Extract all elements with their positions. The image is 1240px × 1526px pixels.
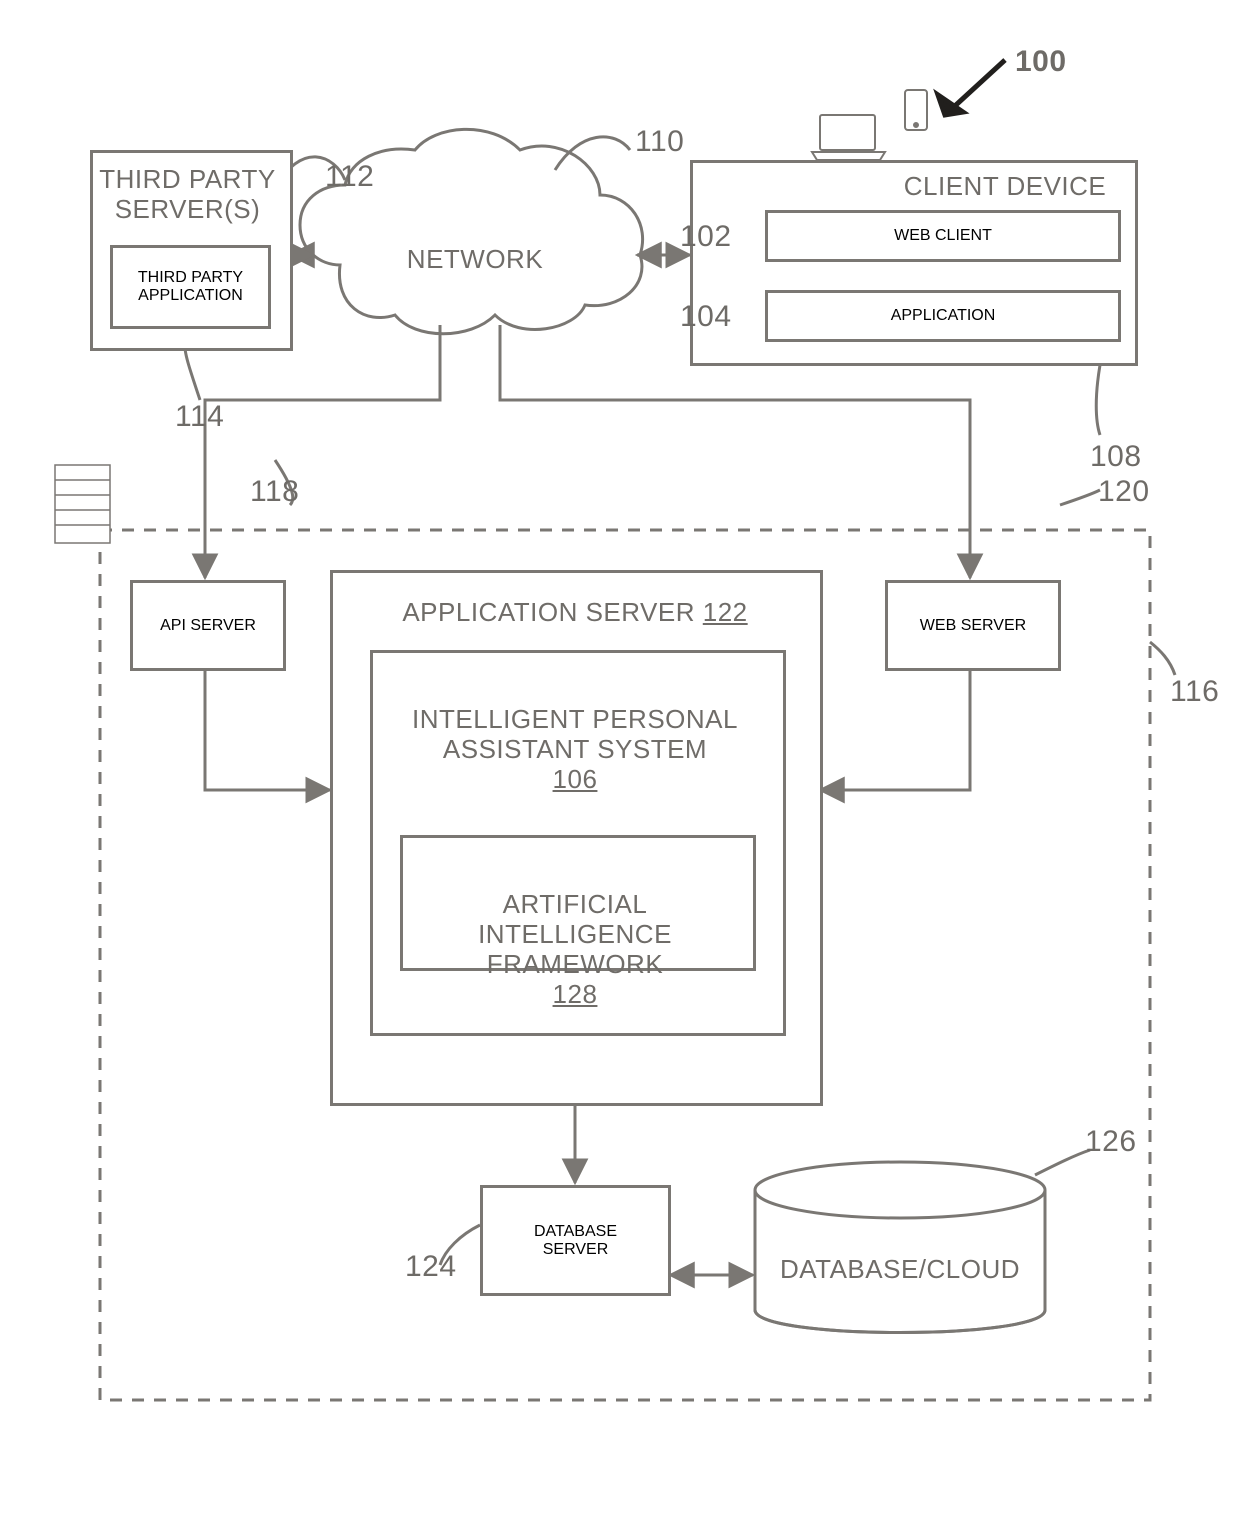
application-label: APPLICATION bbox=[891, 307, 996, 325]
application-box: APPLICATION bbox=[765, 290, 1121, 342]
api-server-label: API SERVER bbox=[160, 617, 256, 635]
web-client-label: WEB CLIENT bbox=[894, 227, 992, 245]
network-label: NETWORK bbox=[400, 245, 550, 275]
application-server-label: APPLICATION SERVER 122 bbox=[355, 598, 795, 628]
database-cloud-label: DATABASE/CLOUD bbox=[770, 1255, 1030, 1285]
ref-120: 120 bbox=[1098, 475, 1150, 509]
application-server-text: APPLICATION SERVER bbox=[402, 597, 695, 627]
ref-100: 100 bbox=[1015, 45, 1067, 79]
database-server-box: DATABASE SERVER bbox=[480, 1185, 671, 1296]
api-server-box: API SERVER bbox=[130, 580, 286, 671]
ai-framework-ref: 128 bbox=[553, 979, 598, 1009]
ai-framework-text: ARTIFICIAL INTELLIGENCE FRAMEWORK bbox=[478, 889, 672, 979]
ref-126: 126 bbox=[1085, 1125, 1137, 1159]
ai-framework-label: ARTIFICIAL INTELLIGENCE FRAMEWORK 128 bbox=[405, 860, 745, 1009]
application-server-ref: 122 bbox=[703, 597, 748, 627]
ref-108: 108 bbox=[1090, 440, 1142, 474]
ref-118: 118 bbox=[250, 475, 299, 509]
ipa-system-text: INTELLIGENT PERSONAL ASSISTANT SYSTEM bbox=[412, 704, 738, 764]
third-party-server-label: THIRD PARTY SERVER(S) bbox=[95, 165, 280, 225]
diagram-stage: THIRD PARTY SERVER(S) THIRD PARTY APPLIC… bbox=[0, 0, 1240, 1526]
web-server-label: WEB SERVER bbox=[920, 617, 1026, 635]
ref-114: 114 bbox=[175, 400, 224, 434]
ref-104: 104 bbox=[680, 300, 732, 334]
web-server-box: WEB SERVER bbox=[885, 580, 1061, 671]
web-client-box: WEB CLIENT bbox=[765, 210, 1121, 262]
ref-110: 110 bbox=[635, 125, 684, 159]
ref-112: 112 bbox=[325, 160, 374, 194]
database-server-label: DATABASE SERVER bbox=[534, 1223, 617, 1259]
third-party-application-box: THIRD PARTY APPLICATION bbox=[110, 245, 271, 329]
ref-102: 102 bbox=[680, 220, 732, 254]
client-device-label: CLIENT DEVICE bbox=[880, 172, 1130, 202]
ipa-system-label: INTELLIGENT PERSONAL ASSISTANT SYSTEM 10… bbox=[380, 675, 770, 795]
ipa-system-ref: 106 bbox=[553, 764, 598, 794]
third-party-application-label: THIRD PARTY APPLICATION bbox=[138, 269, 243, 305]
ref-124: 124 bbox=[405, 1250, 457, 1284]
ref-116: 116 bbox=[1170, 675, 1219, 709]
